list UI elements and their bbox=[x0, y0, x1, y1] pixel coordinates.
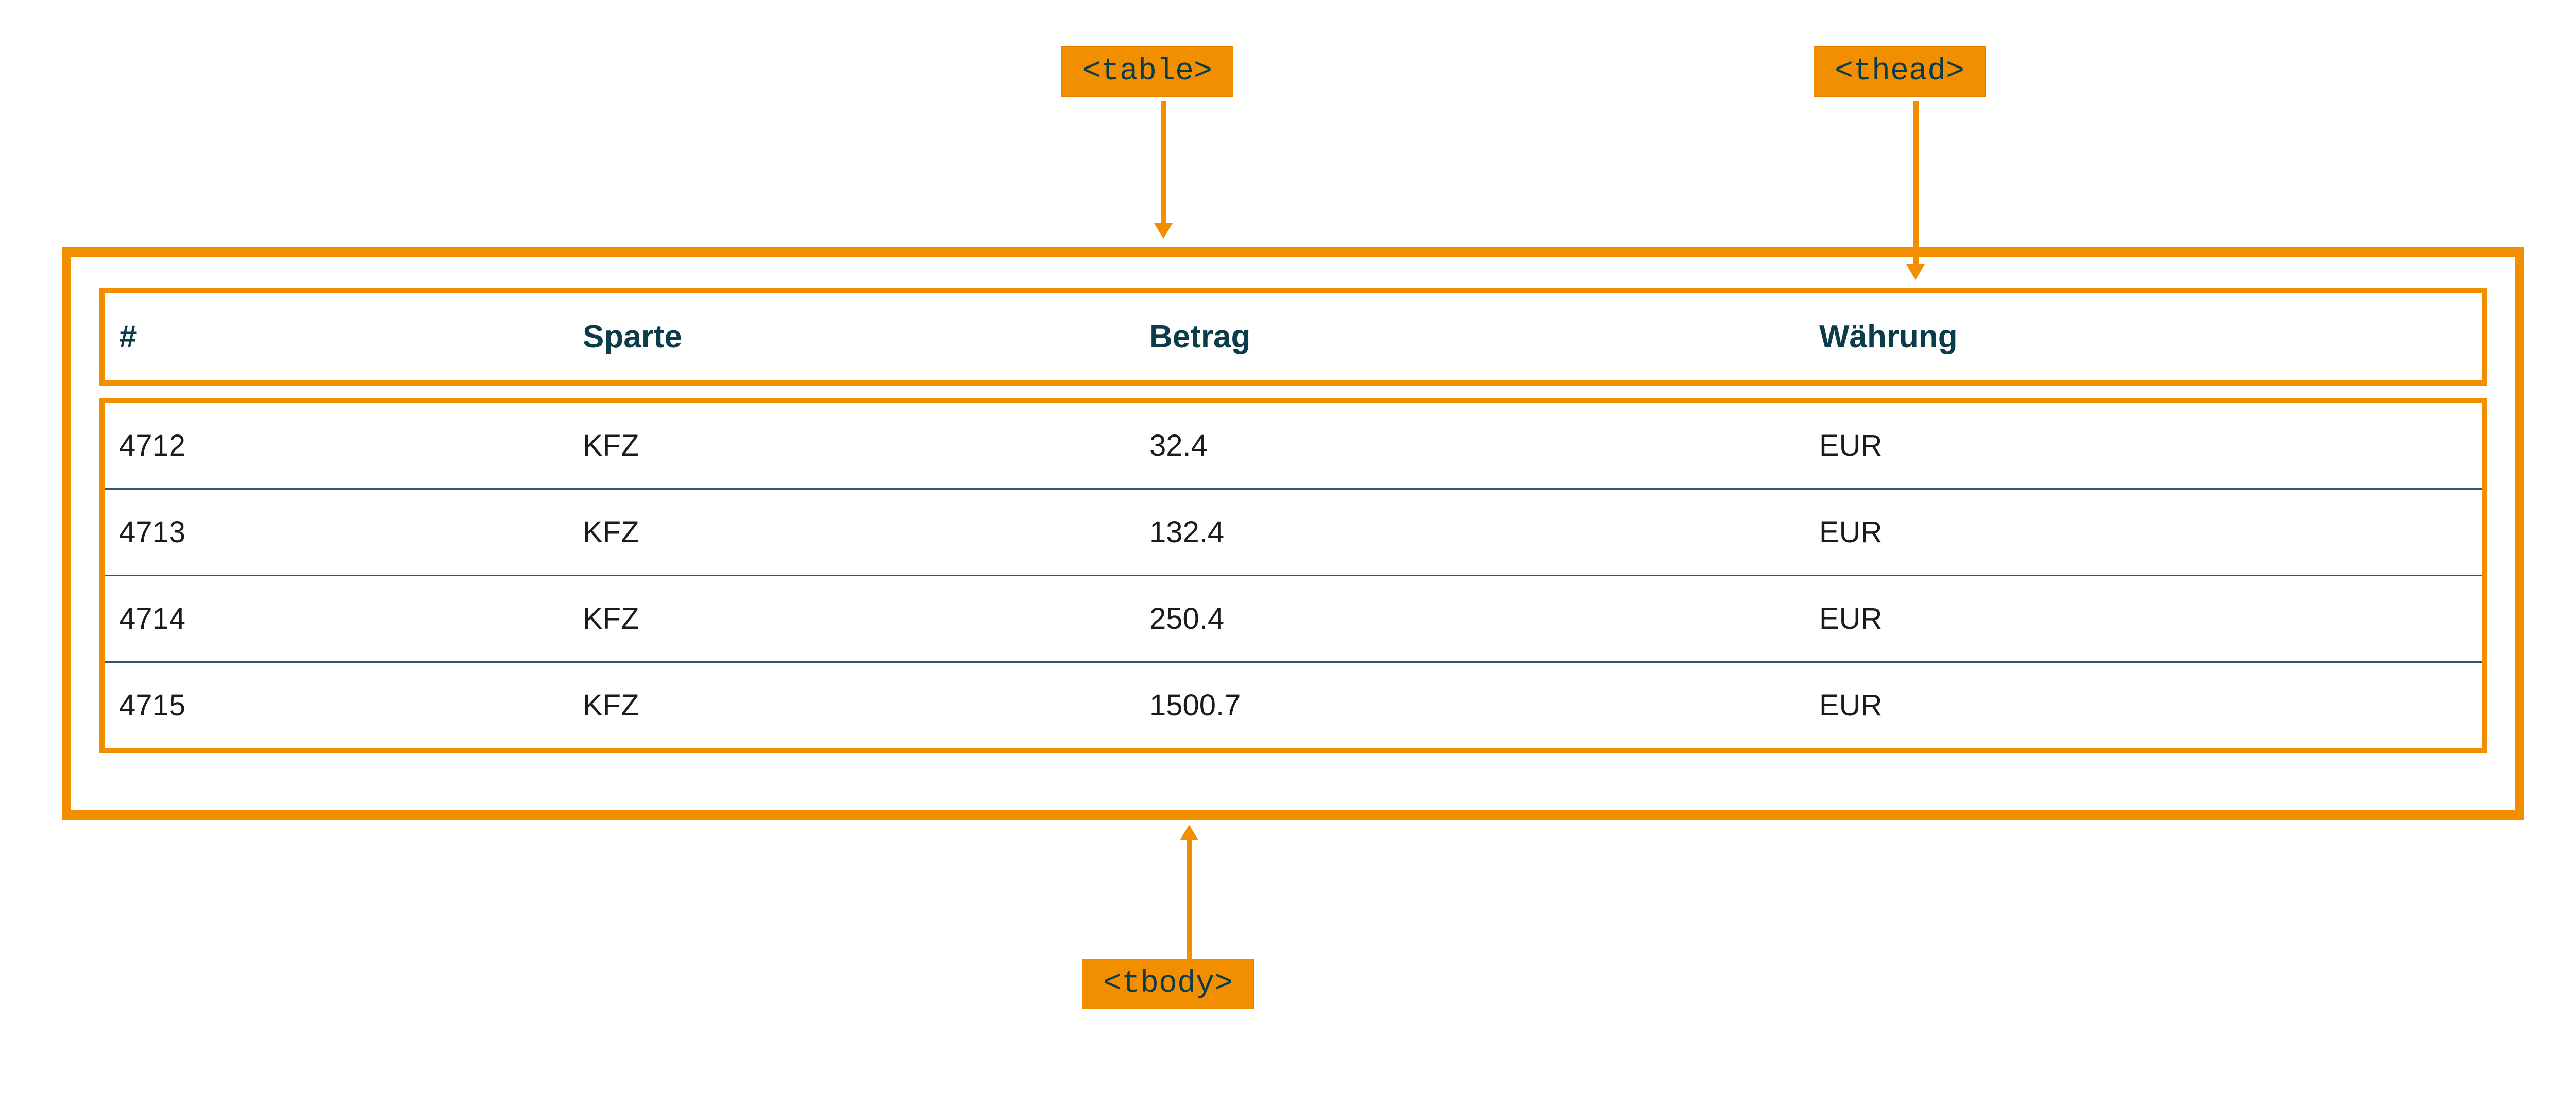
td-betrag: 132.4 bbox=[1149, 515, 1819, 549]
td-sparte: KFZ bbox=[583, 515, 1149, 549]
td-waehrung: EUR bbox=[1819, 601, 2467, 636]
td-id: 4714 bbox=[119, 601, 583, 636]
th-id: # bbox=[119, 319, 583, 355]
table-header-row: # Sparte Betrag Währung bbox=[105, 293, 2482, 380]
callout-table-tag: <table> bbox=[1061, 46, 1233, 97]
td-betrag: 32.4 bbox=[1149, 428, 1819, 463]
td-waehrung: EUR bbox=[1819, 688, 2467, 723]
td-betrag: 1500.7 bbox=[1149, 688, 1819, 723]
th-waehrung: Währung bbox=[1819, 319, 2467, 355]
tbody-outline: 4712 KFZ 32.4 EUR 4713 KFZ 132.4 EUR 471… bbox=[99, 398, 2487, 753]
td-waehrung: EUR bbox=[1819, 428, 2467, 463]
callout-tbody-tag: <tbody> bbox=[1082, 959, 1254, 1009]
arrow-tbody-icon bbox=[1180, 825, 1200, 959]
td-id: 4712 bbox=[119, 428, 583, 463]
td-sparte: KFZ bbox=[583, 688, 1149, 723]
table-row: 4715 KFZ 1500.7 EUR bbox=[105, 661, 2482, 748]
table-row: 4713 KFZ 132.4 EUR bbox=[105, 488, 2482, 575]
td-id: 4715 bbox=[119, 688, 583, 723]
table-row: 4712 KFZ 32.4 EUR bbox=[105, 403, 2482, 488]
td-sparte: KFZ bbox=[583, 601, 1149, 636]
td-betrag: 250.4 bbox=[1149, 601, 1819, 636]
th-betrag: Betrag bbox=[1149, 319, 1819, 355]
table-row: 4714 KFZ 250.4 EUR bbox=[105, 575, 2482, 661]
callout-thead-tag: <thead> bbox=[1814, 46, 1986, 97]
td-id: 4713 bbox=[119, 515, 583, 549]
table-outline: # Sparte Betrag Währung 4712 KFZ 32.4 EU… bbox=[62, 247, 2524, 820]
arrow-table-icon bbox=[1154, 101, 1175, 240]
th-sparte: Sparte bbox=[583, 319, 1149, 355]
td-waehrung: EUR bbox=[1819, 515, 2467, 549]
td-sparte: KFZ bbox=[583, 428, 1149, 463]
thead-outline: # Sparte Betrag Währung bbox=[99, 288, 2487, 386]
